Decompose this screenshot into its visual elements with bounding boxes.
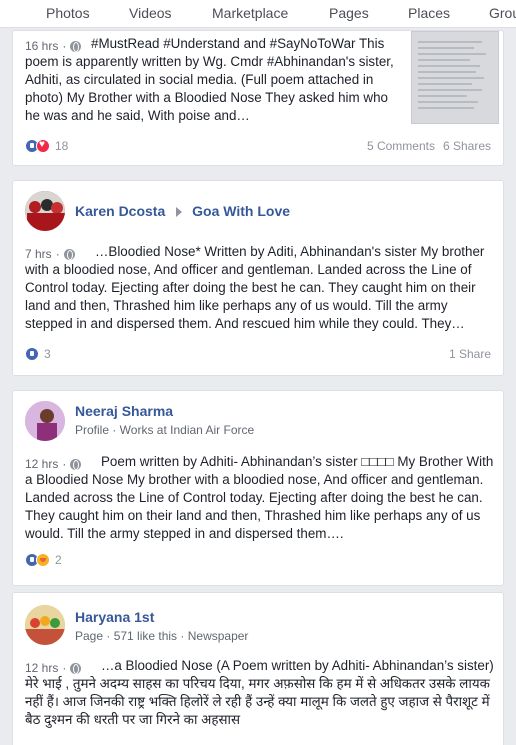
post-text: Poem written by Adhiti- Abhinandan’s sis… (25, 454, 494, 541)
reaction-count[interactable]: 3 (44, 347, 51, 361)
tab-marketplace[interactable]: Marketplace (212, 5, 288, 21)
post-stats: 3 1 Share (25, 345, 491, 363)
reaction-count[interactable]: 18 (55, 139, 68, 153)
tab-videos[interactable]: Videos (129, 5, 172, 21)
post-card: 16 hrs · #MustRead #Understand and #SayN… (12, 30, 504, 166)
like-reaction-icon[interactable] (25, 347, 39, 361)
shares-count[interactable]: 1 Share (449, 347, 491, 361)
angry-reaction-icon[interactable] (36, 553, 50, 567)
author-name[interactable]: Karen Dcosta (75, 203, 165, 219)
avatar[interactable] (25, 191, 65, 231)
shares-count[interactable]: 6 Shares (443, 139, 491, 153)
author-subtitle: Profile · Works at Indian Air Force (75, 423, 255, 437)
tab-groups[interactable]: Grou (489, 5, 516, 21)
avatar[interactable] (25, 605, 65, 645)
tab-places[interactable]: Places (408, 5, 450, 21)
post-text: #MustRead #Understand and #SayNoToWar Th… (25, 36, 394, 123)
post-header: Karen Dcosta Goa With Love (75, 203, 290, 221)
post-header: Haryana 1st Page · 571 like this · Newsp… (75, 609, 248, 643)
post-text: …Bloodied Nose* Written by Aditi, Abhina… (25, 244, 485, 331)
tab-pages[interactable]: Pages (329, 5, 369, 21)
author-subtitle: Page · 571 like this · Newspaper (75, 629, 249, 643)
author-name[interactable]: Neeraj Sharma (75, 403, 254, 419)
group-photo-avatar-icon (25, 191, 65, 231)
post-card: Neeraj Sharma Profile · Works at Indian … (12, 390, 504, 586)
love-reaction-icon[interactable] (36, 139, 50, 153)
group-name[interactable]: Goa With Love (192, 203, 290, 219)
comments-count[interactable]: 5 Comments (367, 139, 435, 153)
page-photo-avatar-icon (25, 605, 65, 645)
poem-text-lines-icon (418, 41, 486, 109)
post-card: Karen Dcosta Goa With Love 7 hrs · …Bloo… (12, 180, 504, 376)
arrow-right-icon (175, 206, 182, 217)
post-card: Haryana 1st Page · 571 like this · Newsp… (12, 592, 504, 745)
post-stats: 18 5 Comments 6 Shares (25, 137, 491, 155)
post-header: Neeraj Sharma Profile · Works at Indian … (75, 403, 254, 437)
top-nav-tabs: Photos Videos Marketplace Pages Places G… (0, 0, 516, 28)
post-stats: 2 (25, 551, 491, 569)
attached-poem-image[interactable] (411, 31, 499, 124)
post-text: …a Bloodied Nose (A Poem written by Adhi… (25, 658, 494, 727)
reaction-count[interactable]: 2 (55, 553, 62, 567)
profile-photo-avatar-icon (25, 401, 65, 441)
author-name[interactable]: Haryana 1st (75, 609, 248, 625)
avatar[interactable] (25, 401, 65, 441)
tab-photos[interactable]: Photos (46, 5, 90, 21)
